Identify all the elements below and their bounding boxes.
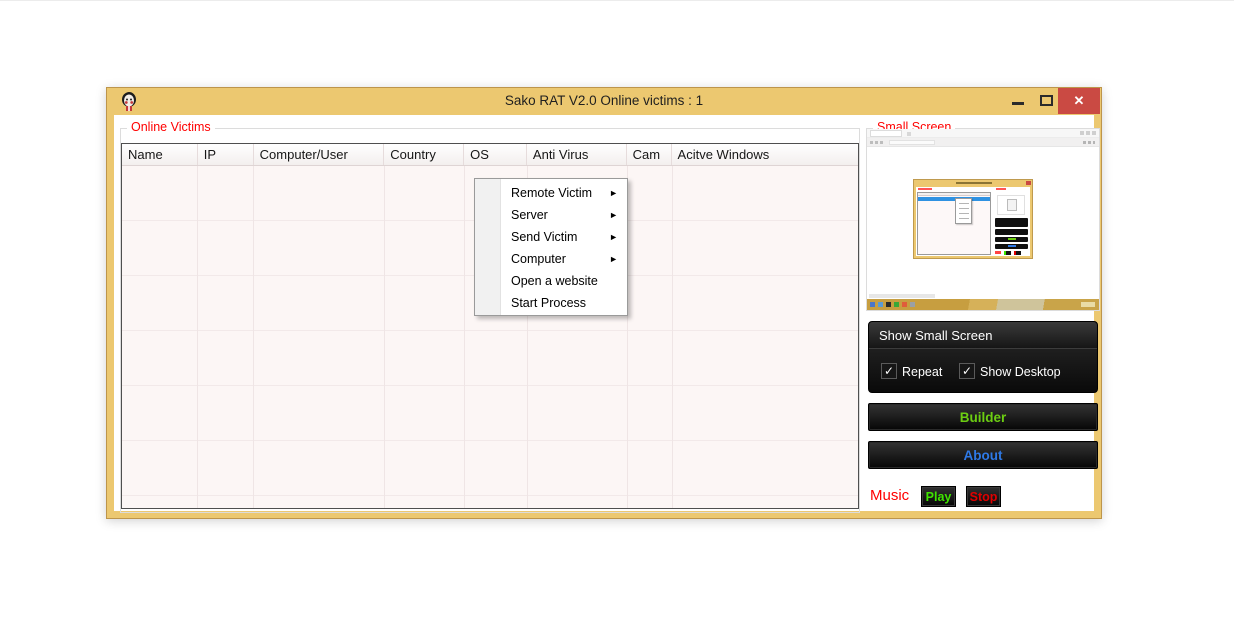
submenu-arrow-icon: ► bbox=[609, 254, 618, 264]
preview-browser-tabstrip bbox=[867, 129, 1099, 138]
repeat-checkbox[interactable]: ✓ bbox=[881, 363, 897, 379]
preview-address-bar bbox=[889, 140, 935, 145]
preview-tray-clock bbox=[1081, 302, 1095, 307]
submenu-arrow-icon: ► bbox=[609, 210, 618, 220]
column-header-antivirus[interactable]: Anti Virus bbox=[527, 144, 627, 165]
preview-taskbar bbox=[867, 299, 1099, 310]
preview-mini-screen-box bbox=[997, 195, 1025, 215]
show-desktop-checkbox[interactable]: ✓ bbox=[959, 363, 975, 379]
close-icon: ✕ bbox=[1073, 93, 1085, 108]
close-button[interactable]: ✕ bbox=[1058, 88, 1100, 114]
column-header-computer-user[interactable]: Computer/User bbox=[254, 144, 385, 165]
about-button[interactable]: About bbox=[868, 441, 1098, 469]
column-header-active-windows[interactable]: Acitve Windows bbox=[672, 144, 858, 165]
show-desktop-label: Show Desktop bbox=[980, 365, 1061, 379]
screen-options-panel: Show Small Screen ✓ Repeat ✓ Show Deskto… bbox=[868, 321, 1098, 393]
preview-taskbar-icon bbox=[894, 302, 899, 307]
preview-browser-toolbar bbox=[867, 138, 1099, 147]
preview-mini-rat-window bbox=[913, 179, 1033, 259]
stop-button[interactable]: Stop bbox=[966, 486, 1001, 507]
small-screen-preview bbox=[867, 129, 1099, 310]
check-icon: ✓ bbox=[883, 364, 895, 378]
check-icon: ✓ bbox=[961, 364, 973, 378]
menu-item-server[interactable]: Server ► bbox=[475, 204, 627, 226]
victim-context-menu: Remote Victim ► Server ► Send Victim ► C… bbox=[474, 178, 628, 316]
preview-mini-red-label bbox=[918, 188, 932, 190]
small-screen-group: Small Screen bbox=[866, 120, 1100, 311]
preview-taskbar-icon bbox=[878, 302, 883, 307]
music-label: Music bbox=[870, 487, 910, 504]
preview-nav-icons bbox=[870, 141, 884, 144]
preview-mini-red-label bbox=[996, 188, 1006, 190]
column-header-cam[interactable]: Cam bbox=[627, 144, 672, 165]
builder-button[interactable]: Builder bbox=[868, 403, 1098, 431]
column-header-country[interactable]: Country bbox=[384, 144, 465, 165]
grid-line bbox=[197, 166, 198, 508]
preview-scrollbar bbox=[869, 294, 935, 298]
maximize-button[interactable] bbox=[1040, 95, 1053, 106]
preview-mini-close-icon bbox=[1026, 181, 1031, 185]
window-title: Sako RAT V2.0 Online victims : 1 bbox=[504, 93, 704, 108]
menu-item-open-website[interactable]: Open a website bbox=[475, 270, 627, 292]
repeat-label: Repeat bbox=[902, 365, 943, 379]
show-small-screen-button[interactable]: Show Small Screen bbox=[869, 322, 1097, 349]
title-bar[interactable]: Sako RAT V2.0 Online victims : 1 ✕ bbox=[107, 88, 1101, 115]
preview-taskbar-icon bbox=[886, 302, 891, 307]
menu-item-start-process[interactable]: Start Process bbox=[475, 292, 627, 314]
preview-mini-table-header bbox=[918, 193, 990, 196]
preview-mini-right-panel bbox=[995, 192, 1028, 255]
preview-mini-context-menu bbox=[955, 198, 972, 224]
preview-taskbar-icon bbox=[910, 302, 915, 307]
preview-taskbar-icon bbox=[902, 302, 907, 307]
column-header-name[interactable]: Name bbox=[122, 144, 198, 165]
online-victims-label: Online Victims bbox=[127, 120, 215, 134]
grid-line bbox=[384, 166, 385, 508]
submenu-arrow-icon: ► bbox=[609, 232, 618, 242]
preview-mini-selected-row bbox=[918, 197, 990, 201]
preview-window-controls bbox=[1080, 131, 1096, 135]
play-button[interactable]: Play bbox=[921, 486, 956, 507]
preview-mini-client bbox=[916, 187, 1030, 256]
column-header-ip[interactable]: IP bbox=[198, 144, 254, 165]
grid-line bbox=[464, 166, 465, 508]
preview-toolbar-icons bbox=[1083, 141, 1095, 144]
checkbox-row: ✓ Repeat ✓ Show Desktop bbox=[869, 350, 1097, 392]
grid-line bbox=[253, 166, 254, 508]
preview-mini-title bbox=[956, 182, 992, 184]
menu-item-send-victim[interactable]: Send Victim ► bbox=[475, 226, 627, 248]
preview-mini-table bbox=[917, 192, 991, 255]
preview-taskbar-icon bbox=[870, 302, 875, 307]
menu-item-remote-victim[interactable]: Remote Victim ► bbox=[475, 182, 627, 204]
preview-browser-tab bbox=[870, 130, 902, 137]
grid-line bbox=[672, 166, 673, 508]
preview-newtab-icon bbox=[907, 132, 911, 136]
column-header-os[interactable]: OS bbox=[464, 144, 527, 165]
submenu-arrow-icon: ► bbox=[609, 188, 618, 198]
menu-item-computer[interactable]: Computer ► bbox=[475, 248, 627, 270]
minimize-button[interactable] bbox=[1012, 102, 1024, 105]
table-header: Name IP Computer/User Country OS Anti Vi… bbox=[122, 144, 858, 166]
